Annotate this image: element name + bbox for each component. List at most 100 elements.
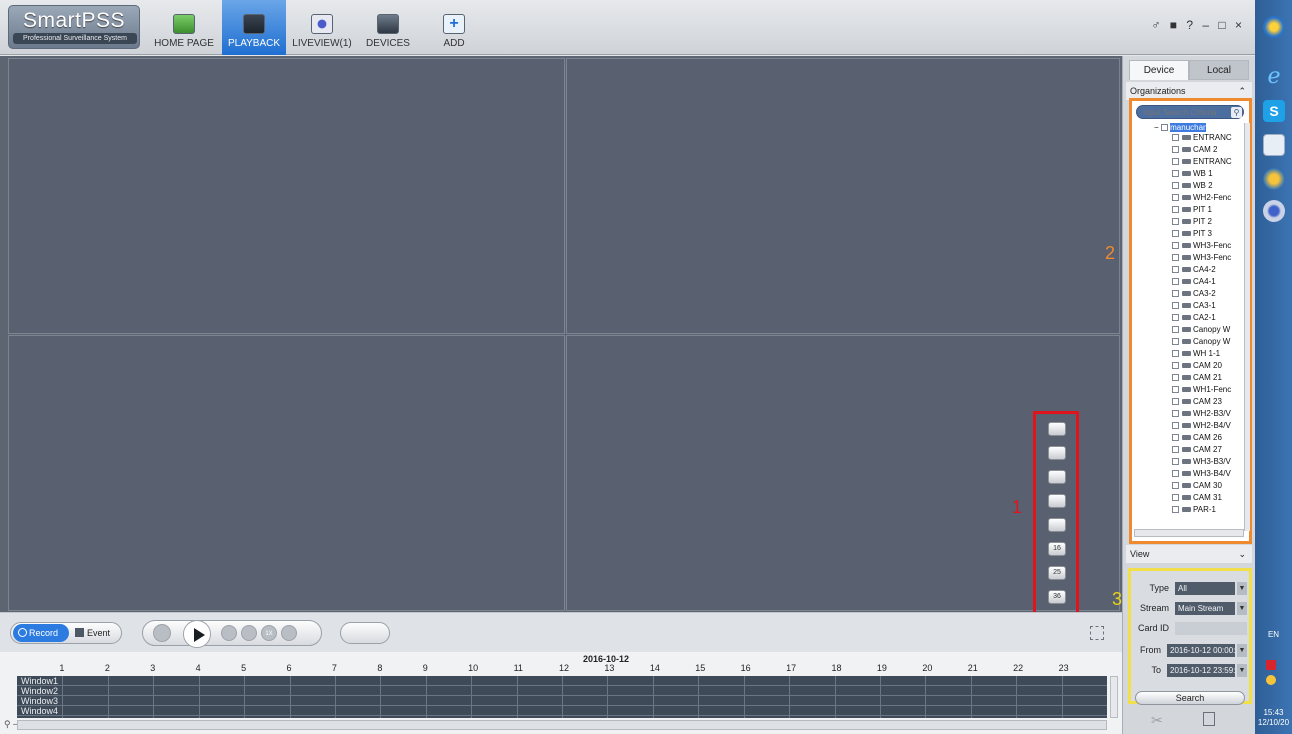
checkbox[interactable] <box>1172 134 1179 142</box>
checkbox[interactable] <box>1172 290 1179 298</box>
paint-icon[interactable] <box>1263 168 1285 190</box>
tree-item-camera[interactable]: WH3-B4/V <box>1172 469 1231 478</box>
checkbox[interactable] <box>1172 326 1179 334</box>
skype-icon[interactable]: S <box>1263 100 1285 122</box>
export-icon[interactable] <box>1203 712 1215 726</box>
checkbox[interactable] <box>1172 194 1179 202</box>
chevron-down-icon[interactable]: ▼ <box>1237 664 1247 677</box>
timeline-grid[interactable]: Window1 Window2 Window3 Window4 <box>17 676 1107 718</box>
tree-item-camera[interactable]: CA2-1 <box>1172 313 1216 322</box>
volume-button[interactable] <box>281 625 297 641</box>
tab-home-page[interactable]: HOME PAGE <box>152 0 216 55</box>
checkbox[interactable] <box>1172 434 1179 442</box>
tree-item-camera[interactable]: CAM 2 <box>1172 145 1217 154</box>
checkbox[interactable] <box>1172 218 1179 226</box>
chevron-down-icon[interactable]: ▼ <box>1237 602 1247 615</box>
tree-item-camera[interactable]: CAM 27 <box>1172 445 1222 454</box>
tree-item-camera[interactable]: Canopy W <box>1172 337 1230 346</box>
checkbox[interactable] <box>1172 482 1179 490</box>
layout-4-button[interactable] <box>1048 446 1066 460</box>
checkbox[interactable] <box>1172 254 1179 262</box>
checkbox[interactable] <box>1172 446 1179 454</box>
tree-item-camera[interactable]: WH 1-1 <box>1172 349 1220 358</box>
checkbox[interactable] <box>1172 278 1179 286</box>
tree-item-camera[interactable]: ENTRANC <box>1172 133 1232 142</box>
tab-liveview[interactable]: LIVEVIEW(1) <box>290 0 354 55</box>
checkbox[interactable] <box>1172 350 1179 358</box>
checkbox[interactable] <box>1172 386 1179 394</box>
tree-item-camera[interactable]: WB 1 <box>1172 169 1213 178</box>
tree-item-camera[interactable]: CAM 26 <box>1172 433 1222 442</box>
tree-item-camera[interactable]: CA3-1 <box>1172 301 1216 310</box>
tree-item-camera[interactable]: CAM 20 <box>1172 361 1222 370</box>
chevron-down-icon[interactable]: ▼ <box>1237 644 1247 657</box>
view-header[interactable]: View ⌄ <box>1126 545 1252 563</box>
tree-vscroll[interactable] <box>1244 123 1250 531</box>
tab-devices[interactable]: DEVICES <box>356 0 420 55</box>
checkbox[interactable] <box>1172 470 1179 478</box>
cardid-input[interactable] <box>1175 622 1247 635</box>
tree-item-camera[interactable]: CAM 31 <box>1172 493 1222 502</box>
tree-item-camera[interactable]: Canopy W <box>1172 325 1230 334</box>
tree-root[interactable]: − manuchar <box>1154 123 1206 132</box>
tab-playback[interactable]: PLAYBACK <box>222 0 286 55</box>
checkbox[interactable] <box>1172 494 1179 502</box>
tree-item-camera[interactable]: PIT 2 <box>1172 217 1212 226</box>
search-button[interactable]: Search <box>1135 691 1245 705</box>
search-icon[interactable]: ⚲ <box>1231 107 1242 118</box>
internet-explorer-icon[interactable]: e <box>1263 66 1285 88</box>
video-window-2[interactable] <box>566 58 1120 334</box>
smartpss-icon[interactable] <box>1263 200 1285 222</box>
checkbox[interactable] <box>1172 230 1179 238</box>
tab-device[interactable]: Device <box>1129 60 1189 80</box>
checkbox[interactable] <box>1172 266 1179 274</box>
fullscreen-icon[interactable] <box>1090 626 1104 640</box>
record-tab[interactable]: Record <box>13 624 69 642</box>
checkbox[interactable] <box>1172 506 1179 514</box>
from-datetime[interactable]: 2016-10-12 00:00:00 <box>1167 644 1235 657</box>
tree-item-camera[interactable]: CAM 30 <box>1172 481 1222 490</box>
next-frame-button[interactable] <box>241 625 257 641</box>
window-controls[interactable]: ♂ ■ ? – □ × <box>1151 18 1245 32</box>
layout-6-button[interactable] <box>1048 470 1066 484</box>
start-icon[interactable] <box>1263 16 1285 38</box>
checkbox[interactable] <box>1172 398 1179 406</box>
notification-icon[interactable] <box>1266 675 1276 685</box>
stream-select[interactable]: Main Stream <box>1175 602 1235 615</box>
tree-item-camera[interactable]: PIT 3 <box>1172 229 1212 238</box>
checkbox[interactable] <box>1172 458 1179 466</box>
checkbox[interactable] <box>1172 410 1179 418</box>
layout-16-button[interactable]: 16 <box>1048 542 1066 556</box>
speed-button[interactable]: 1X <box>261 625 277 641</box>
tree-item-camera[interactable]: PIT 1 <box>1172 205 1212 214</box>
tab-local[interactable]: Local <box>1189 60 1249 80</box>
timeline-vscroll[interactable] <box>1110 676 1118 718</box>
scissors-icon[interactable]: ✂ <box>1151 712 1163 729</box>
checkbox[interactable] <box>1172 338 1179 346</box>
checkbox[interactable] <box>1172 146 1179 154</box>
checkbox[interactable] <box>1172 158 1179 166</box>
tree-item-camera[interactable]: WH1-Fenc <box>1172 385 1231 394</box>
type-select[interactable]: All <box>1175 582 1235 595</box>
tree-item-camera[interactable]: WH2-B4/V <box>1172 421 1231 430</box>
checkbox[interactable] <box>1172 362 1179 370</box>
video-window-3[interactable] <box>8 335 565 611</box>
checkbox[interactable] <box>1172 314 1179 322</box>
tree-item-camera[interactable]: WB 2 <box>1172 181 1213 190</box>
tree-item-camera[interactable]: WH2-Fenc <box>1172 193 1231 202</box>
timeline-hscroll[interactable] <box>17 720 1107 730</box>
checkbox[interactable] <box>1172 302 1179 310</box>
tree-item-camera[interactable]: CA3-2 <box>1172 289 1216 298</box>
play-button[interactable] <box>183 620 211 648</box>
tree-item-camera[interactable]: PAR-1 <box>1172 505 1216 514</box>
checkbox[interactable] <box>1172 206 1179 214</box>
zoom-search-button[interactable] <box>340 622 390 644</box>
tree-hscroll[interactable] <box>1134 529 1244 537</box>
tree-item-camera[interactable]: WH2-B3/V <box>1172 409 1231 418</box>
tab-add[interactable]: + ADD <box>422 0 486 55</box>
event-tab[interactable]: Event <box>73 624 121 642</box>
news-icon[interactable] <box>1263 134 1285 156</box>
checkbox[interactable] <box>1172 374 1179 382</box>
video-window-1[interactable] <box>8 58 565 334</box>
checkbox[interactable] <box>1172 422 1179 430</box>
